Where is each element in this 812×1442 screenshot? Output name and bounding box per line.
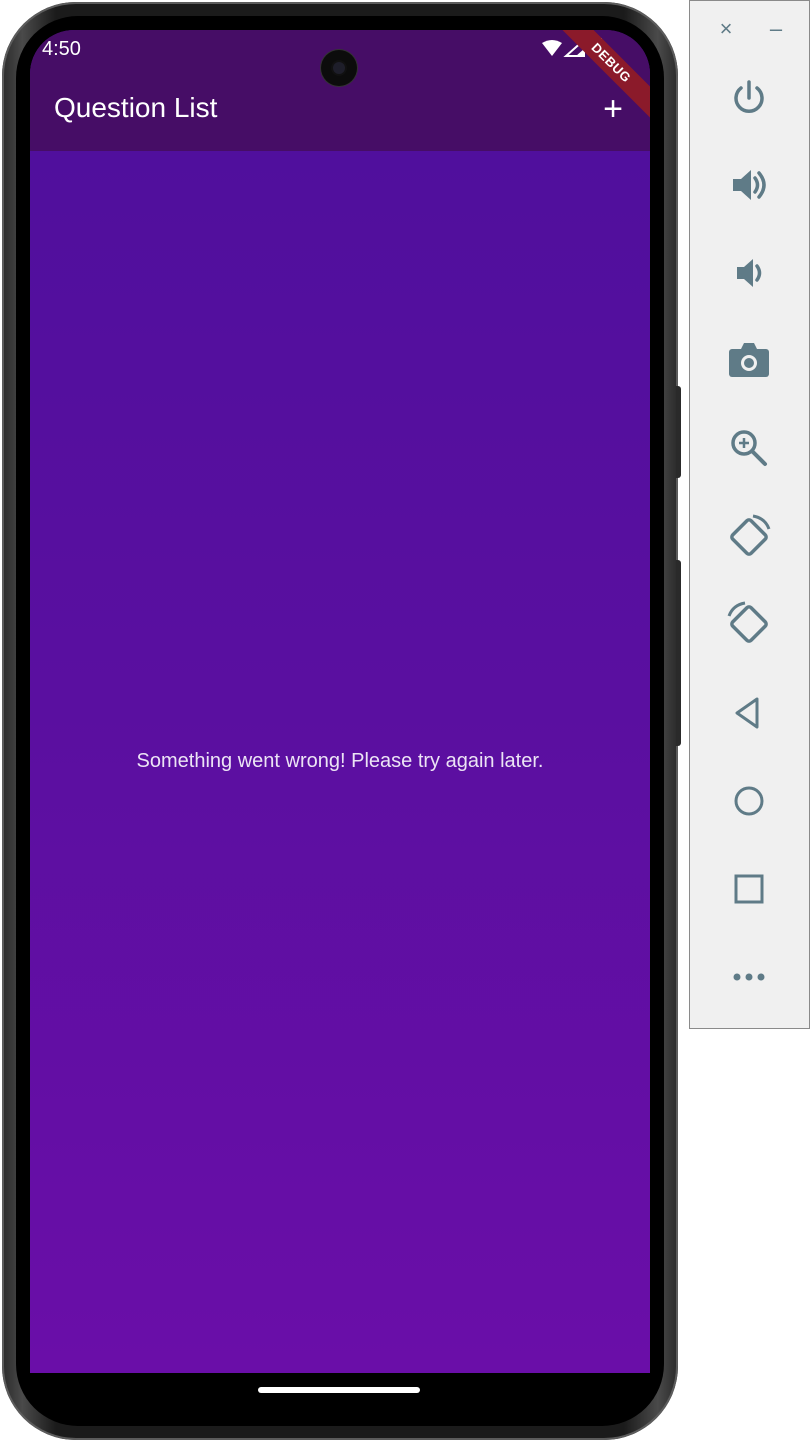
overview-icon: [729, 869, 769, 909]
emulator-toolbar: × –: [689, 0, 810, 1029]
back-button[interactable]: [720, 684, 778, 742]
close-icon[interactable]: ×: [714, 17, 738, 41]
phone-screen: 4:50 DEBUG Question List + Something wen…: [30, 30, 650, 1373]
home-icon: [729, 781, 769, 821]
overview-button[interactable]: [720, 860, 778, 918]
phone-side-button-upper: [676, 386, 681, 478]
more-button[interactable]: [720, 948, 778, 1006]
page-title: Question List: [54, 92, 218, 123]
volume-up-button[interactable]: [720, 156, 778, 214]
rotate-right-button[interactable]: [720, 595, 778, 653]
rotate-left-icon: [725, 513, 773, 561]
wifi-icon: [542, 40, 562, 56]
screenshot-button[interactable]: [720, 331, 778, 389]
plus-icon: +: [603, 90, 623, 128]
camera-icon: [728, 340, 770, 380]
minimize-icon[interactable]: –: [764, 17, 788, 41]
zoom-icon: [729, 428, 769, 468]
power-icon: [729, 78, 769, 118]
zoom-button[interactable]: [720, 419, 778, 477]
home-indicator[interactable]: [258, 1387, 420, 1393]
rotate-left-button[interactable]: [720, 508, 778, 566]
volume-down-icon: [729, 253, 769, 293]
phone-side-button-lower: [676, 560, 681, 746]
home-button[interactable]: [720, 772, 778, 830]
power-button[interactable]: [720, 69, 778, 127]
volume-up-icon: [729, 165, 769, 205]
back-icon: [729, 693, 769, 733]
more-icon: [729, 957, 769, 997]
volume-down-button[interactable]: [720, 244, 778, 302]
rotate-right-icon: [725, 600, 773, 648]
status-time: 4:50: [42, 38, 81, 60]
front-camera: [321, 50, 357, 86]
error-message: Something went wrong! Please try again l…: [136, 750, 544, 772]
add-question-button[interactable]: +: [594, 90, 632, 128]
